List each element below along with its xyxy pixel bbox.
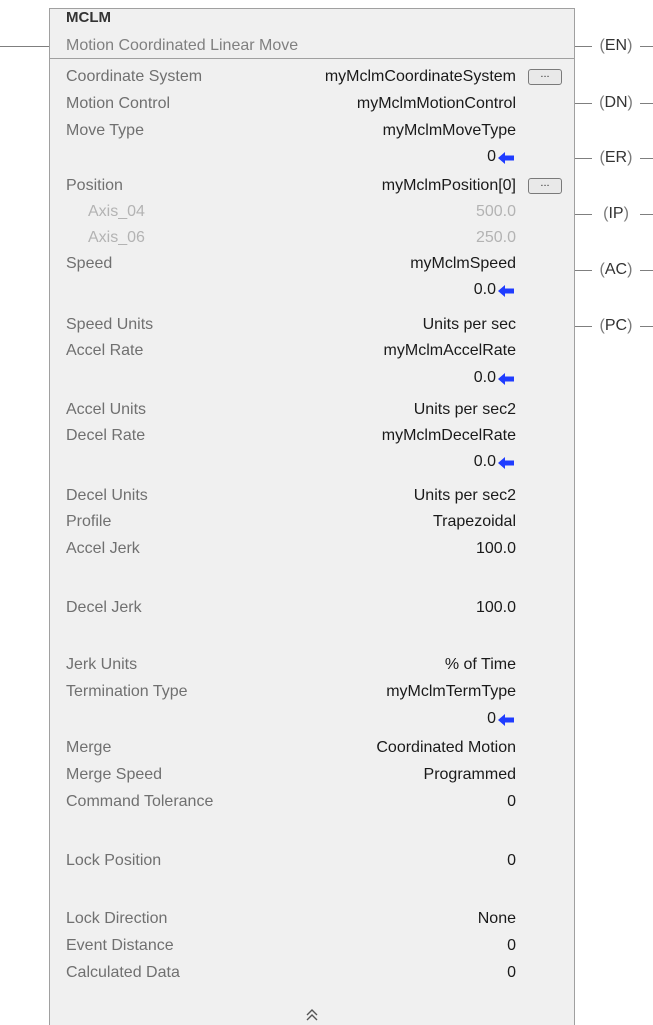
- param-label-termination-type: Termination Type: [66, 683, 188, 700]
- param-value-calculated-data[interactable]: 0: [507, 962, 516, 984]
- param-value-jerk-units[interactable]: % of Time: [445, 654, 516, 676]
- param-label-decel-jerk: Decel Jerk: [66, 599, 142, 616]
- live-value-termination-type: 0: [487, 710, 496, 727]
- param-value-event-distance[interactable]: 0: [507, 935, 516, 957]
- coil-wire-right-en: [640, 46, 653, 47]
- rung-input-wire: [0, 46, 49, 47]
- instruction-description: Motion Coordinated Linear Move: [66, 37, 299, 54]
- param-value-accel-jerk[interactable]: 100.0: [476, 538, 516, 560]
- param-value-command-tolerance[interactable]: 0: [507, 791, 516, 813]
- coil-wire-right-er: [640, 158, 653, 159]
- ellipsis-icon[interactable]: ...: [528, 69, 562, 85]
- param-value-accel-rate[interactable]: myMclmAccelRate: [384, 340, 516, 362]
- param-value-profile[interactable]: Trapezoidal: [433, 511, 516, 533]
- header-divider: [49, 58, 575, 59]
- param-value-decel-jerk[interactable]: 100.0: [476, 597, 516, 619]
- param-label-speed-units: Speed Units: [66, 316, 154, 333]
- left-arrow-icon: [498, 152, 514, 164]
- param-label-motion-control: Motion Control: [66, 95, 171, 112]
- param-value-motion-control[interactable]: myMclmMotionControl: [357, 93, 516, 115]
- param-value-merge[interactable]: Coordinated Motion: [376, 737, 516, 759]
- coil-label-er: ER: [604, 149, 628, 166]
- param-label-lock-direction: Lock Direction: [66, 910, 168, 927]
- left-arrow-icon: [498, 373, 514, 385]
- param-label-speed: Speed: [66, 255, 113, 272]
- param-label-event-distance: Event Distance: [66, 937, 174, 954]
- coil-wire-right-ac: [640, 270, 653, 271]
- param-label-decel-units: Decel Units: [66, 487, 148, 504]
- coil-wire-right-dn: [640, 103, 653, 104]
- coil-label-ac: AC: [604, 261, 628, 278]
- left-arrow-icon: [498, 714, 514, 726]
- param-label-profile: Profile: [66, 513, 112, 530]
- param-label-axis-06: Axis_06: [88, 229, 145, 246]
- param-label-accel-rate: Accel Rate: [66, 342, 144, 359]
- param-value-coordinate-system[interactable]: myMclmCoordinateSystem: [325, 66, 516, 88]
- ladder-rung: MCLM Motion Coordinated Linear Move Coor…: [0, 0, 653, 1025]
- live-value-speed: 0.0: [473, 281, 496, 298]
- coil-label-pc: PC: [604, 317, 628, 334]
- live-value-move-type: 0: [487, 148, 496, 165]
- coil-wire-right-ip: [640, 214, 653, 215]
- param-label-calculated-data: Calculated Data: [66, 964, 180, 981]
- live-value-decel-rate: 0.0: [473, 453, 496, 470]
- output-coil-ip[interactable]: (IP): [588, 204, 644, 224]
- param-label-merge-speed: Merge Speed: [66, 766, 163, 783]
- param-label-axis-04: Axis_04: [88, 203, 145, 220]
- param-value-merge-speed[interactable]: Programmed: [424, 764, 516, 786]
- ellipsis-icon[interactable]: ...: [528, 178, 562, 194]
- output-coil-pc[interactable]: (PC): [588, 316, 644, 336]
- param-value-decel-units[interactable]: Units per sec2: [414, 485, 516, 507]
- param-value-lock-direction[interactable]: None: [478, 908, 516, 930]
- coil-label-dn: DN: [604, 94, 628, 111]
- left-arrow-icon: [498, 285, 514, 297]
- output-coil-er[interactable]: (ER): [588, 148, 644, 168]
- coil-label-ip: IP: [608, 205, 624, 222]
- param-label-move-type: Move Type: [66, 122, 144, 139]
- param-label-accel-units: Accel Units: [66, 401, 147, 418]
- instruction-name: MCLM: [66, 9, 111, 26]
- live-value-accel-rate: 0.0: [473, 369, 496, 386]
- param-value-position[interactable]: myMclmPosition[0]: [382, 175, 516, 197]
- param-label-decel-rate: Decel Rate: [66, 427, 146, 444]
- param-value-speed[interactable]: myMclmSpeed: [410, 253, 516, 275]
- param-label-accel-jerk: Accel Jerk: [66, 540, 140, 557]
- double-chevron-up-icon[interactable]: [303, 1008, 321, 1022]
- param-value-lock-position[interactable]: 0: [507, 850, 516, 872]
- param-label-lock-position: Lock Position: [66, 852, 162, 869]
- param-label-jerk-units: Jerk Units: [66, 656, 138, 673]
- param-label-position: Position: [66, 177, 123, 194]
- param-value-axis-04: 500.0: [475, 203, 516, 220]
- param-label-coordinate-system: Coordinate System: [66, 68, 203, 85]
- output-coil-dn[interactable]: (DN): [588, 93, 644, 113]
- coil-wire-right-pc: [640, 326, 653, 327]
- param-value-accel-units[interactable]: Units per sec2: [414, 399, 516, 421]
- param-label-command-tolerance: Command Tolerance: [66, 793, 214, 810]
- output-coil-en[interactable]: (EN): [588, 36, 644, 56]
- param-value-axis-06: 250.0: [475, 229, 516, 246]
- output-coil-ac[interactable]: (AC): [588, 260, 644, 280]
- param-value-move-type[interactable]: myMclmMoveType: [383, 120, 516, 142]
- param-value-speed-units[interactable]: Units per sec: [423, 314, 516, 336]
- param-value-decel-rate[interactable]: myMclmDecelRate: [382, 425, 516, 447]
- left-arrow-icon: [498, 457, 514, 469]
- coil-label-en: EN: [604, 37, 628, 54]
- param-value-termination-type[interactable]: myMclmTermType: [386, 681, 516, 703]
- param-label-merge: Merge: [66, 739, 112, 756]
